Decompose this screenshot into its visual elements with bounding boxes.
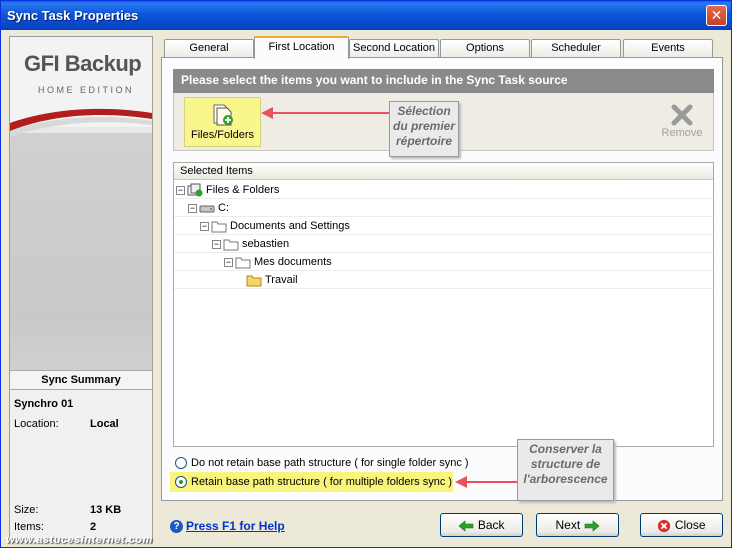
close-circle-icon [658, 519, 671, 532]
back-label: Back [477, 518, 505, 532]
size-value: 13 KB [90, 504, 122, 516]
tree-node-travail[interactable]: Travail [246, 272, 298, 288]
collapse-icon[interactable]: − [188, 203, 197, 213]
tree-node-label: Files & Folders [206, 184, 280, 196]
files-folders-button[interactable]: Files/Folders [184, 97, 261, 147]
folder-open-icon [235, 257, 251, 269]
tree-node-mes-documents[interactable]: − Mes documents [224, 254, 332, 270]
tab-options[interactable]: Options [440, 39, 530, 58]
tree-row: − sebastien [174, 235, 713, 253]
files-folders-icon [187, 183, 203, 197]
next-label: Next [555, 518, 581, 532]
close-label: Close [674, 518, 706, 532]
add-files-icon [213, 104, 233, 126]
collapse-icon[interactable]: − [212, 239, 221, 249]
remove-label: Remove [661, 127, 703, 139]
help-link-label: Press F1 for Help [186, 519, 285, 533]
size-label: Size: [14, 504, 39, 516]
tree-node-sebastien[interactable]: − sebastien [212, 236, 289, 252]
tree-node-drive-c[interactable]: − C: [188, 200, 229, 216]
tree-row: Travail [174, 271, 713, 289]
tree-node-label: Documents and Settings [230, 220, 350, 232]
drive-icon [199, 205, 215, 213]
radio-retain[interactable]: Retain base path structure ( for multipl… [175, 474, 452, 490]
collapse-icon[interactable]: − [224, 257, 233, 267]
back-arrow-icon [459, 520, 474, 532]
sync-task-window: Sync Task Properties ✕ GFI Backup HOME E… [0, 0, 732, 548]
radio-button[interactable] [175, 457, 187, 470]
callout-retain-structure: Conserver la structure de l'arborescence [517, 439, 614, 501]
window-title: Sync Task Properties [7, 8, 139, 23]
tree-node-files-folders[interactable]: − Files & Folders [176, 182, 279, 198]
radio-no-retain-label: Do not retain base path structure ( for … [191, 457, 469, 469]
tree-row: − Documents and Settings [174, 217, 713, 235]
collapse-icon[interactable]: − [200, 221, 209, 231]
selected-items-header: Selected Items [174, 163, 713, 180]
help-link[interactable]: ? Press F1 for Help [170, 519, 285, 534]
location-value: Local [90, 418, 119, 430]
folder-open-icon [223, 239, 239, 251]
radio-no-retain[interactable]: Do not retain base path structure ( for … [175, 455, 469, 471]
tab-second-location[interactable]: Second Location [349, 39, 439, 58]
title-bar: Sync Task Properties ✕ [1, 1, 731, 30]
tab-first-location[interactable]: First Location [254, 36, 349, 59]
tree-row: − Files & Folders [174, 181, 713, 199]
collapse-icon[interactable]: − [176, 185, 185, 195]
callout-arrow-first [261, 107, 391, 119]
next-arrow-icon [584, 520, 599, 532]
sync-summary-header: Sync Summary [10, 370, 152, 390]
remove-button[interactable]: Remove [653, 101, 711, 145]
window-close-button[interactable]: ✕ [706, 5, 727, 26]
tree-node-label: sebastien [242, 238, 290, 250]
back-button[interactable]: Back [440, 513, 523, 537]
folder-icon [246, 275, 262, 287]
tree-node-label: Mes documents [254, 256, 332, 268]
remove-icon [671, 104, 693, 126]
left-panel-background [10, 133, 152, 403]
folder-open-icon [211, 221, 227, 233]
logo-brand: GFI Backup [24, 51, 142, 76]
sync-summary: Synchro 01 Location: Local Size: 13 KB I… [10, 390, 152, 542]
next-button[interactable]: Next [536, 513, 619, 537]
tree-row: − Mes documents [174, 253, 713, 271]
left-panel: GFI Backup HOME EDITION Sync Summary Syn… [9, 36, 153, 543]
callout-arrow-second [455, 476, 523, 488]
tree-node-label: Travail [265, 274, 298, 286]
callout-first-directory: Sélection du premier répertoire [389, 101, 459, 157]
instruction-banner: Please select the items you want to incl… [173, 69, 714, 93]
watermark: www.astucesinternet.com [6, 534, 153, 546]
tab-strip: General First Location Second Location O… [161, 36, 716, 59]
radio-button-selected[interactable] [175, 476, 187, 489]
tab-events[interactable]: Events [623, 39, 713, 58]
help-icon: ? [170, 520, 183, 534]
close-button[interactable]: Close [640, 513, 723, 537]
files-folders-label: Files/Folders [191, 129, 254, 141]
location-label: Location: [14, 418, 59, 430]
tab-scheduler[interactable]: Scheduler [531, 39, 621, 58]
tree-row: − C: [174, 199, 713, 217]
tree-node-documents-and-settings[interactable]: − Documents and Settings [200, 218, 350, 234]
items-label: Items: [14, 521, 44, 533]
logo-swoosh [10, 108, 152, 137]
task-name: Synchro 01 [14, 398, 74, 410]
logo-edition: HOME EDITION [38, 85, 135, 95]
selected-items-tree: Selected Items − Files & Folders − C: − Doc… [173, 162, 714, 447]
tab-general[interactable]: General [164, 39, 254, 58]
tree-node-label: C: [218, 202, 229, 214]
radio-retain-label: Retain base path structure ( for multipl… [191, 476, 453, 488]
items-value: 2 [90, 521, 97, 533]
